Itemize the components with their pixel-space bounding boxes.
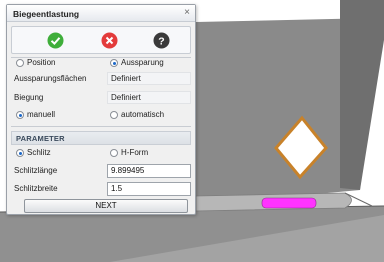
cancel-button[interactable] bbox=[101, 32, 118, 49]
parameter-section-header[interactable]: PARAMETER bbox=[11, 131, 191, 145]
manuell-radio[interactable] bbox=[16, 111, 24, 119]
biegung-field[interactable]: Definiert bbox=[107, 91, 191, 104]
automatisch-radio[interactable] bbox=[110, 111, 118, 119]
x-circle-icon bbox=[101, 32, 118, 49]
parameter-header-text: PARAMETER bbox=[16, 134, 65, 143]
slot-cutout-highlight bbox=[261, 197, 317, 209]
bend-relief-dialog: Biegeentlastung × ? Position Aussparung bbox=[6, 4, 196, 215]
aussparungsflaechen-label: Aussparungsflächen bbox=[14, 74, 87, 83]
automatisch-label[interactable]: automatisch bbox=[121, 110, 164, 119]
dialog-title: Biegeentlastung bbox=[13, 9, 80, 19]
help-button[interactable]: ? bbox=[153, 32, 170, 49]
position-radio[interactable] bbox=[16, 59, 24, 67]
schlitzlaenge-label: Schlitzlänge bbox=[14, 166, 58, 175]
position-label[interactable]: Position bbox=[27, 58, 55, 67]
manuell-label[interactable]: manuell bbox=[27, 110, 55, 119]
question-circle-icon: ? bbox=[153, 32, 170, 49]
svg-text:?: ? bbox=[158, 35, 164, 47]
aussparung-radio[interactable] bbox=[110, 59, 118, 67]
hform-radio[interactable] bbox=[110, 149, 118, 157]
schlitzbreite-input[interactable]: 1.5 bbox=[107, 182, 191, 196]
schlitzlaenge-input[interactable]: 9.899495 bbox=[107, 164, 191, 178]
dialog-titlebar: Biegeentlastung × bbox=[7, 5, 195, 22]
check-circle-icon bbox=[47, 32, 64, 49]
schlitz-radio[interactable] bbox=[16, 149, 24, 157]
aussparung-label[interactable]: Aussparung bbox=[121, 58, 164, 67]
biegung-label: Biegung bbox=[14, 93, 44, 102]
hform-label[interactable]: H-Form bbox=[121, 148, 148, 157]
close-icon[interactable]: × bbox=[184, 7, 190, 18]
schlitzbreite-label: Schlitzbreite bbox=[14, 184, 58, 193]
schlitz-label[interactable]: Schlitz bbox=[27, 148, 51, 157]
next-button[interactable]: NEXT bbox=[24, 199, 188, 213]
action-toolbar: ? bbox=[11, 26, 191, 54]
ok-button[interactable] bbox=[47, 32, 64, 49]
aussparungsflaechen-field[interactable]: Definiert bbox=[107, 72, 191, 85]
divider bbox=[11, 126, 191, 127]
